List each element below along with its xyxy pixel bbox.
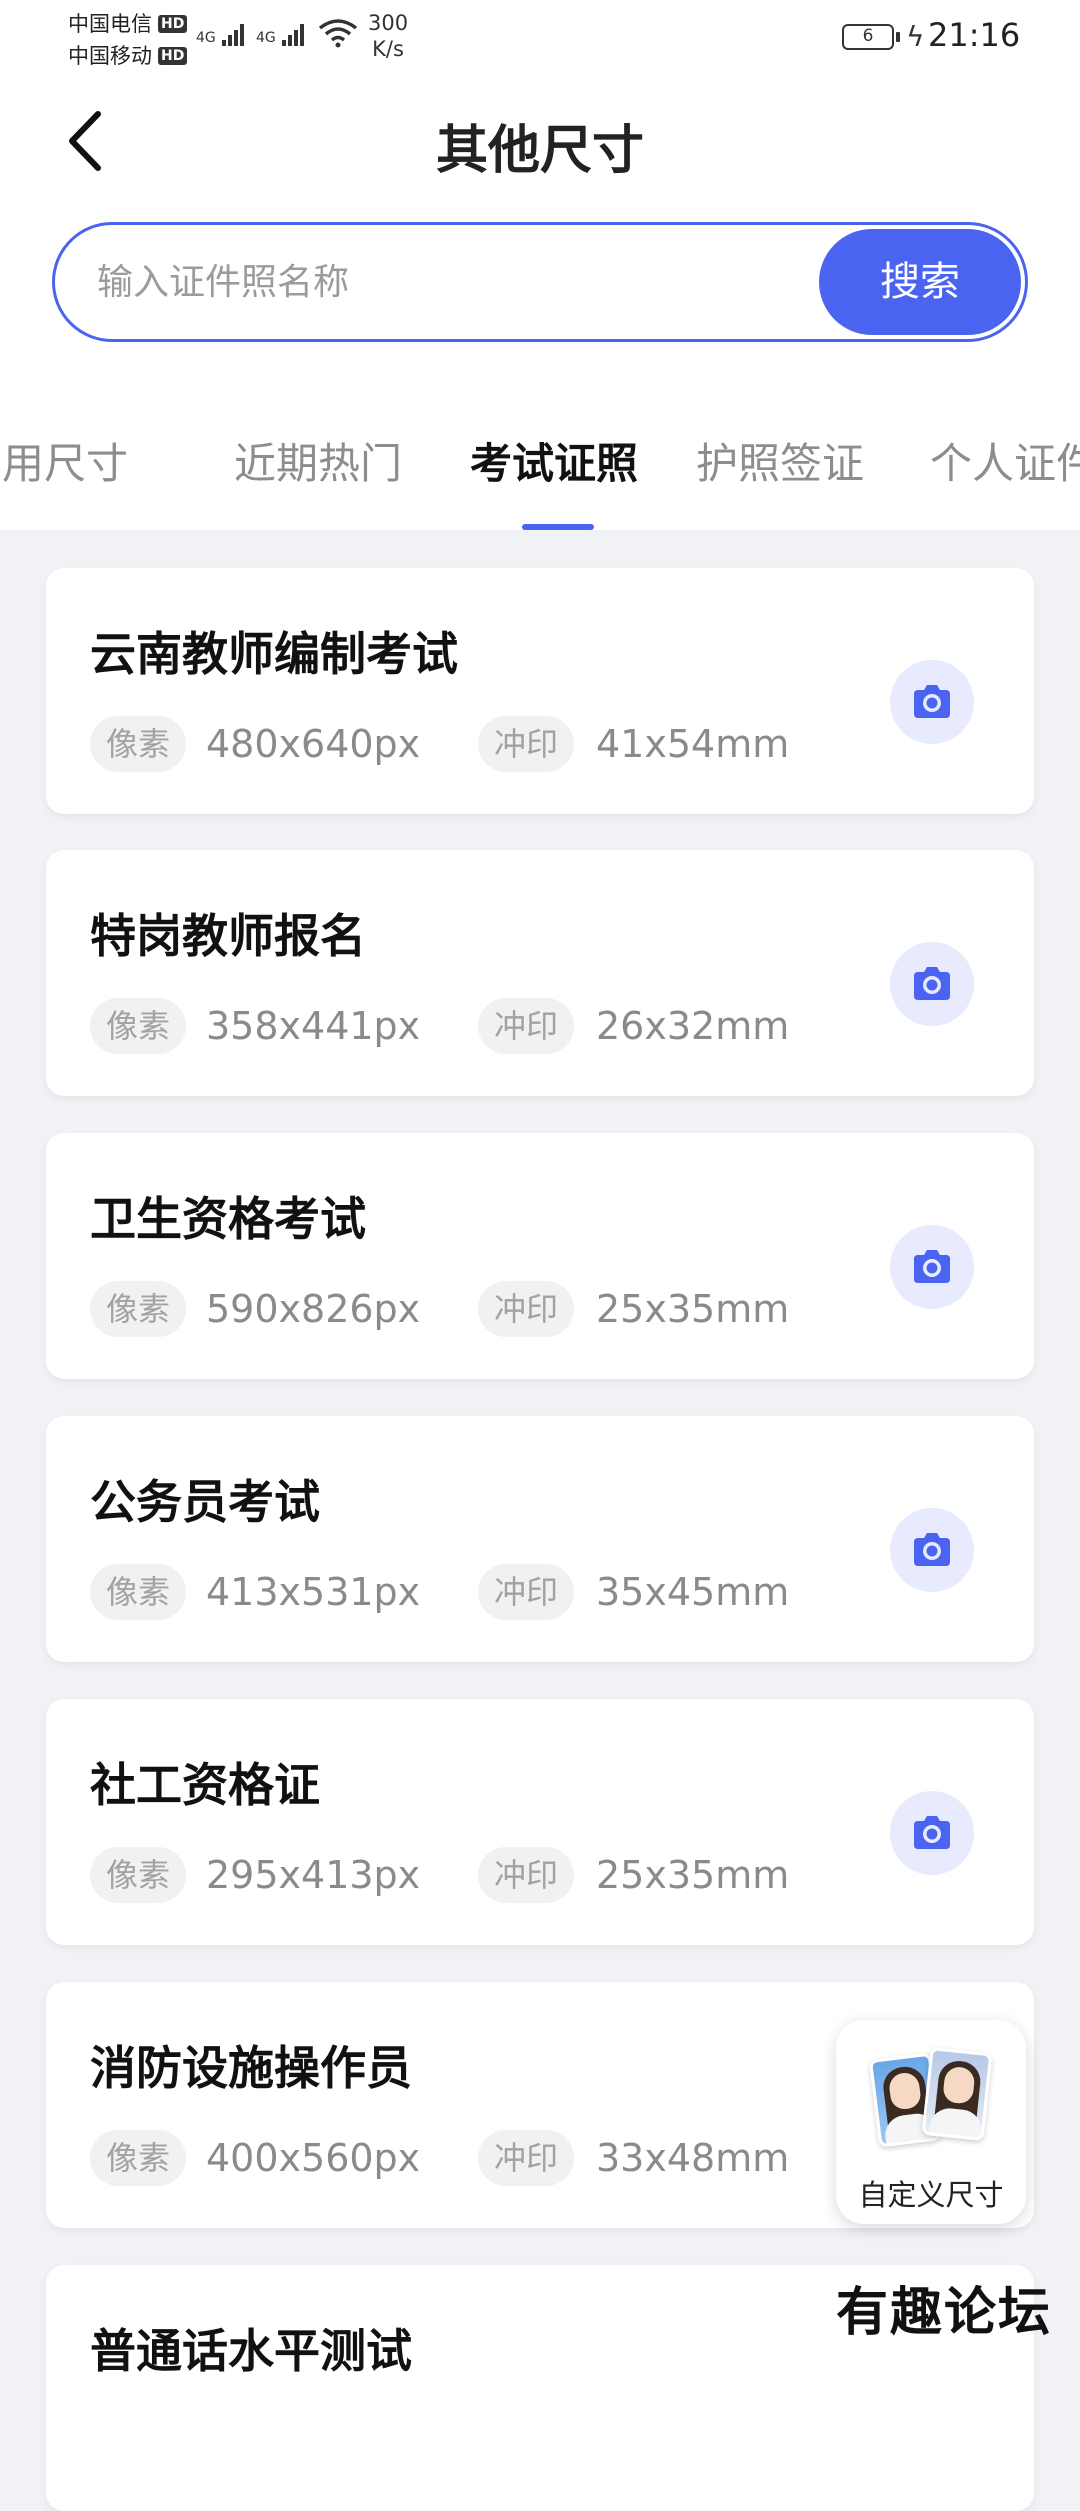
pixel-size: 413x531px bbox=[206, 1570, 421, 1614]
item-title: 消防设施操作员 bbox=[90, 2041, 412, 2095]
print-tag: 冲印 bbox=[478, 998, 575, 1054]
sample-photo-icon bbox=[921, 2047, 993, 2141]
hd-badge-2: HD bbox=[158, 47, 188, 65]
pixel-size: 400x560px bbox=[206, 2136, 421, 2180]
camera-button[interactable] bbox=[890, 1225, 974, 1309]
item-title: 特岗教师报名 bbox=[90, 909, 366, 963]
list-item[interactable]: 社工资格证 像素 295x413px 冲印 25x35mm bbox=[46, 1699, 1034, 1945]
signal-icon-1: 4G bbox=[196, 20, 245, 46]
pixel-tag: 像素 bbox=[90, 716, 187, 772]
pixel-tag: 像素 bbox=[90, 1847, 187, 1903]
item-title: 公务员考试 bbox=[90, 1475, 320, 1529]
net-type-1: 4G bbox=[196, 30, 216, 46]
custom-size-label: 自定义尺寸 bbox=[858, 2178, 1004, 2212]
header: 其他尺寸 bbox=[0, 90, 1080, 190]
pixel-size: 590x826px bbox=[206, 1287, 421, 1331]
search-box: 搜索 bbox=[52, 222, 1028, 342]
tab-passport-visa[interactable]: 护照签证 bbox=[696, 430, 864, 491]
camera-icon bbox=[914, 1533, 950, 1566]
pixel-tag: 像素 bbox=[90, 2130, 187, 2186]
page-title: 其他尺寸 bbox=[435, 121, 644, 181]
print-tag: 冲印 bbox=[478, 1281, 575, 1337]
pixel-tag: 像素 bbox=[90, 1281, 187, 1337]
camera-icon bbox=[914, 1250, 950, 1283]
carrier-1: 中国电信 bbox=[68, 12, 152, 36]
print-size: 25x35mm bbox=[596, 1287, 790, 1331]
hd-badge-1: HD bbox=[158, 15, 188, 33]
print-tag: 冲印 bbox=[478, 1564, 575, 1620]
list-item[interactable]: 特岗教师报名 像素 358x441px 冲印 26x32mm bbox=[46, 850, 1034, 1096]
print-tag: 冲印 bbox=[478, 1847, 575, 1903]
camera-button[interactable] bbox=[890, 1791, 974, 1875]
print-size: 25x35mm bbox=[596, 1853, 790, 1897]
item-title: 普通话水平测试 bbox=[90, 2324, 412, 2378]
camera-button[interactable] bbox=[890, 1508, 974, 1592]
tab-common-sizes[interactable]: 常用尺寸 bbox=[0, 430, 128, 491]
pixel-tag: 像素 bbox=[90, 998, 187, 1054]
net-speed-value: 300 bbox=[368, 11, 409, 35]
list-item[interactable]: 卫生资格考试 像素 590x826px 冲印 25x35mm bbox=[46, 1133, 1034, 1379]
print-size: 26x32mm bbox=[596, 1004, 790, 1048]
item-title: 卫生资格考试 bbox=[90, 1192, 366, 1246]
carrier-info: 中国电信 HD 中国移动 HD bbox=[68, 8, 188, 72]
watermark: 有趣论坛 bbox=[836, 2282, 1053, 2343]
search-input[interactable] bbox=[97, 225, 817, 339]
tab-recent-hot[interactable]: 近期热门 bbox=[234, 430, 402, 491]
signal-icon-2: 4G bbox=[256, 20, 305, 46]
camera-icon bbox=[914, 1816, 950, 1849]
camera-button[interactable] bbox=[890, 660, 974, 744]
tab-personal-id[interactable]: 个人证件 bbox=[930, 430, 1080, 491]
search-button[interactable]: 搜索 bbox=[819, 229, 1021, 335]
camera-icon bbox=[914, 967, 950, 1000]
custom-size-button[interactable]: 自定义尺寸 bbox=[836, 2020, 1026, 2224]
battery-icon: 6 bbox=[842, 24, 900, 50]
item-title: 云南教师编制考试 bbox=[90, 627, 458, 681]
wifi-icon bbox=[318, 19, 358, 48]
print-tag: 冲印 bbox=[478, 2130, 575, 2186]
list-item[interactable]: 公务员考试 像素 413x531px 冲印 35x45mm bbox=[46, 1416, 1034, 1662]
item-title: 社工资格证 bbox=[90, 1758, 320, 1812]
carrier-2: 中国移动 bbox=[68, 44, 152, 68]
print-size: 33x48mm bbox=[596, 2136, 790, 2180]
pixel-size: 358x441px bbox=[206, 1004, 421, 1048]
charging-icon: ϟ bbox=[906, 20, 925, 53]
list-item[interactable]: 云南教师编制考试 像素 480x640px 冲印 41x54mm bbox=[46, 568, 1034, 814]
tab-active-indicator bbox=[522, 524, 594, 530]
camera-icon bbox=[914, 685, 950, 718]
status-bar: 中国电信 HD 中国移动 HD 4G 4G 300 K/s 6 ϟ 21:16 bbox=[0, 0, 1080, 72]
print-size: 41x54mm bbox=[596, 722, 790, 766]
clock: 21:16 bbox=[928, 16, 1021, 54]
pixel-size: 480x640px bbox=[206, 722, 421, 766]
camera-button[interactable] bbox=[890, 942, 974, 1026]
category-tabs: 常用尺寸 近期热门 考试证照 护照签证 个人证件 bbox=[0, 420, 1080, 530]
net-speed-unit: K/s bbox=[372, 37, 404, 61]
print-size: 35x45mm bbox=[596, 1570, 790, 1614]
tab-exam-photos[interactable]: 考试证照 bbox=[470, 430, 638, 491]
net-speed: 300 K/s bbox=[368, 10, 408, 62]
pixel-size: 295x413px bbox=[206, 1853, 421, 1897]
pixel-tag: 像素 bbox=[90, 1564, 187, 1620]
print-tag: 冲印 bbox=[478, 716, 575, 772]
net-type-2: 4G bbox=[256, 30, 276, 46]
